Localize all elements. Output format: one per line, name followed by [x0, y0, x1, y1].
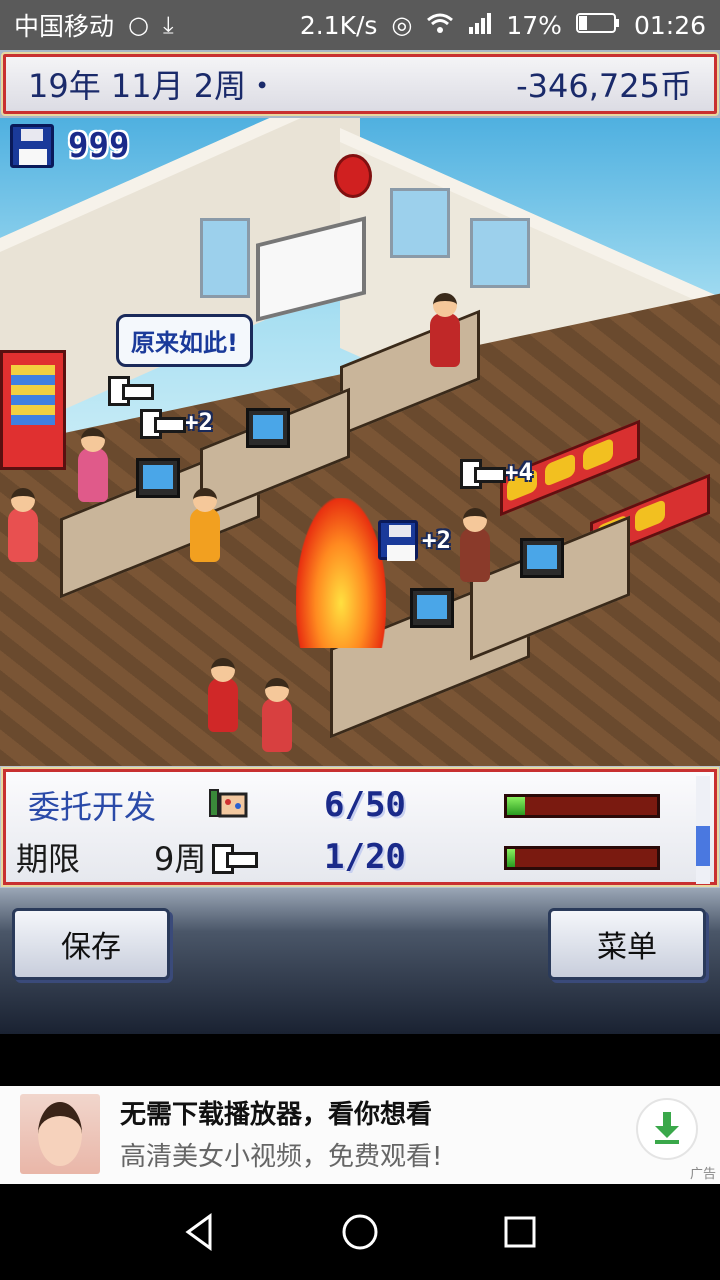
computer-monitor: [520, 538, 564, 578]
ad-tag: 广告: [689, 1167, 716, 1182]
project-progress-fill: [507, 797, 525, 815]
computer-monitor: [136, 458, 180, 498]
project-sub-progress-bar: [504, 846, 660, 870]
recent-apps-button[interactable]: [490, 1202, 550, 1262]
staff-character[interactable]: [460, 508, 490, 582]
boss-character[interactable]: [430, 293, 460, 367]
project-panel[interactable]: 委托开发 6/50 期限 9周 1/20: [0, 766, 720, 888]
battery-icon: [575, 11, 620, 40]
battery-percent: 17%: [506, 10, 562, 40]
staff-character[interactable]: [78, 428, 108, 502]
floater-programming-point: +2: [140, 408, 213, 439]
deadline-value: 9周: [154, 840, 207, 878]
wifi-icon: [426, 11, 454, 40]
ad-banner[interactable]: 无需下载播放器，看你想看 高清美女小视频，免费观看! 广告: [0, 1086, 720, 1184]
hud-frame: 19年 11月 2周・ -346,725币: [1, 52, 719, 116]
floater-programming-point: +4: [460, 458, 533, 489]
save-count: 999: [68, 126, 130, 166]
project-progress-bar: [504, 794, 660, 818]
deadline-label: 期限: [16, 840, 81, 878]
system-nav-bar: [0, 1184, 720, 1280]
funds-display: -346,725币: [516, 67, 692, 105]
back-button[interactable]: [170, 1202, 230, 1262]
carrier-label: 中国移动: [14, 12, 115, 41]
office-scene[interactable]: 999 原来如此! +2 +4 +2: [0, 118, 720, 766]
red-lantern-decoration: [334, 154, 372, 198]
staff-character[interactable]: [262, 678, 292, 752]
project-progress-value: 6/50: [324, 785, 406, 825]
floater-value: +2: [422, 526, 451, 554]
hammer-icon: [140, 409, 186, 439]
no-sim-icon: ◎: [391, 11, 413, 39]
clock: 01:26: [633, 10, 706, 40]
floater-value: +4: [504, 458, 533, 486]
computer-monitor: [410, 588, 454, 628]
staff-character[interactable]: [208, 658, 238, 732]
status-bar: 中国移动 ○ ⤓ 2.1K/s ◎ 17% 01:26: [0, 0, 720, 50]
floater-save-point: +2: [378, 520, 451, 561]
computer-monitor: [246, 408, 290, 448]
save-count-chip: 999: [10, 124, 129, 168]
project-sub-progress-fill: [507, 849, 515, 867]
ad-title[interactable]: 无需下载播放器，看你想看: [120, 1094, 432, 1131]
floater-value: +2: [184, 408, 213, 436]
home-button[interactable]: [330, 1202, 390, 1262]
paintbrush-icon: [208, 788, 252, 828]
fire-effect: [296, 498, 386, 648]
project-row-main: 委托开发 6/50: [6, 780, 696, 830]
download-button[interactable]: [636, 1098, 698, 1160]
project-sub-value: 1/20: [324, 837, 406, 877]
download-icon: ⤓: [162, 11, 174, 39]
hammer-icon: [108, 376, 154, 406]
office-window: [390, 188, 450, 258]
net-speed-label: 2.1K/s: [299, 10, 378, 40]
vending-machine[interactable]: [0, 350, 66, 470]
recent-apps-icon: [504, 1216, 536, 1248]
download-icon: [651, 1110, 683, 1148]
menu-button[interactable]: 菜单: [548, 908, 706, 980]
speech-bubble: 原来如此!: [116, 314, 253, 367]
floppy-disk-icon: [378, 520, 418, 561]
panel-scroll-thumb[interactable]: [696, 826, 710, 866]
action-bar: 保存 菜单: [0, 888, 720, 1034]
staff-character[interactable]: [8, 488, 38, 562]
project-title: 委托开发: [28, 788, 157, 826]
panel-scrollbar[interactable]: [696, 776, 710, 884]
top-hud: 19年 11月 2周・ -346,725币: [0, 50, 720, 118]
message-icon: ○: [128, 11, 149, 39]
project-panel-frame: 委托开发 6/50 期限 9周 1/20: [1, 767, 719, 887]
signal-icon: [468, 11, 492, 40]
staff-character[interactable]: [190, 488, 220, 562]
hammer-icon: [212, 844, 258, 874]
floppy-disk-icon: [10, 124, 54, 168]
ad-subtitle[interactable]: 高清美女小视频，免费观看!: [120, 1136, 442, 1173]
office-window: [200, 218, 250, 298]
save-button[interactable]: 保存: [12, 908, 170, 980]
hammer-icon: [460, 459, 506, 489]
home-icon: [342, 1214, 378, 1250]
floater-hammer: [108, 376, 154, 406]
game-date: 19年 11月 2周・: [28, 67, 279, 105]
back-icon: [185, 1213, 212, 1251]
ad-thumbnail[interactable]: [20, 1094, 100, 1174]
project-row-deadline: 期限 9周 1/20: [6, 832, 696, 882]
office-window: [470, 218, 530, 288]
